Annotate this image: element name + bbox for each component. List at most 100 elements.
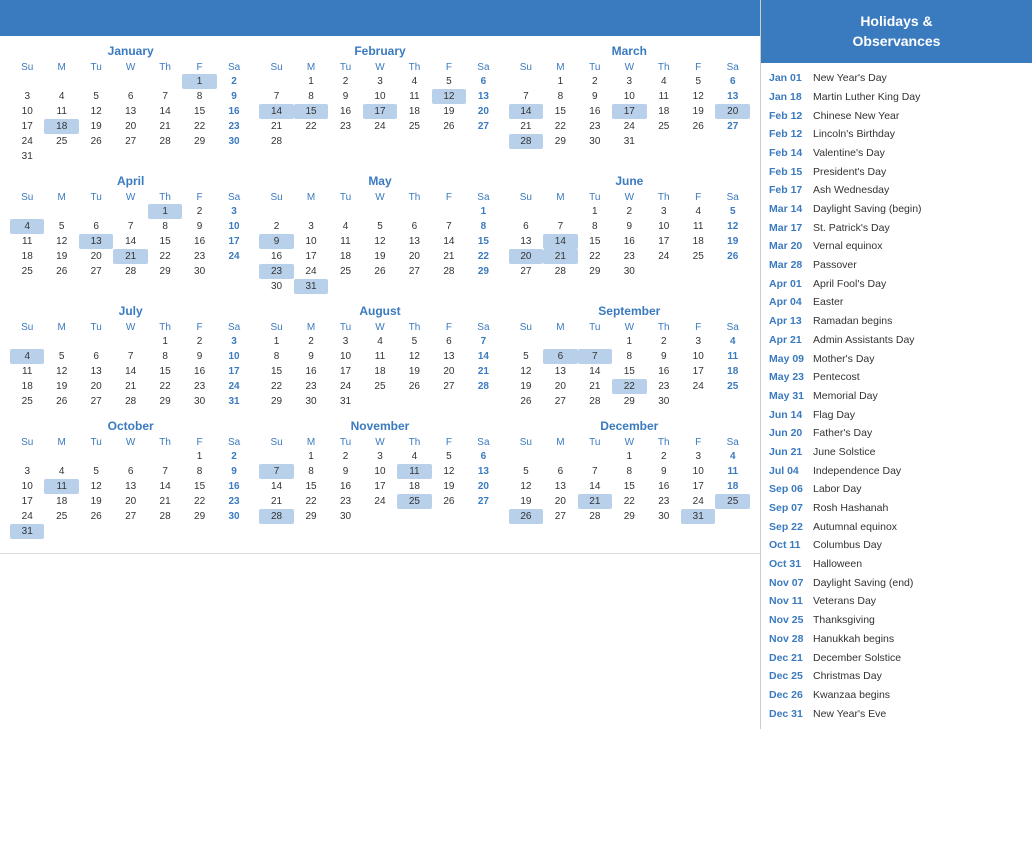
holiday-date: Dec 21	[769, 651, 813, 666]
holiday-name: Rosh Hashanah	[813, 501, 888, 516]
cal-day: 3	[363, 449, 397, 464]
cal-day: 29	[259, 394, 293, 409]
day-header: W	[113, 436, 147, 449]
cal-day: 26	[363, 264, 397, 279]
cal-day: 6	[79, 349, 113, 364]
cal-day: 17	[681, 364, 715, 379]
cal-day: 20	[466, 104, 501, 119]
holiday-name: Martin Luther King Day	[813, 90, 920, 105]
cal-day: 15	[182, 104, 216, 119]
cal-day: 14	[259, 479, 293, 494]
cal-day: 14	[543, 234, 577, 249]
day-header: W	[612, 191, 646, 204]
cal-table: SuMTuWThFSa12345678910111213141516171819…	[509, 61, 750, 149]
cal-day: 21	[148, 494, 182, 509]
cal-day: 31	[612, 134, 646, 149]
cal-day: 14	[466, 349, 501, 364]
cal-day: 26	[44, 264, 78, 279]
list-item: Nov 07Daylight Saving (end)	[769, 574, 1024, 593]
cal-day: 12	[44, 364, 78, 379]
cal-day	[363, 204, 397, 219]
cal-day: 20	[715, 104, 750, 119]
month-title: April	[10, 174, 251, 188]
holiday-date: Apr 21	[769, 333, 813, 348]
list-item: Apr 01April Fool's Day	[769, 275, 1024, 294]
cal-day: 9	[328, 89, 362, 104]
cal-day	[148, 449, 182, 464]
holiday-name: Chinese New Year	[813, 109, 899, 124]
cal-day: 22	[543, 119, 577, 134]
list-item: Sep 07Rosh Hashanah	[769, 499, 1024, 518]
cal-day: 28	[259, 134, 293, 149]
cal-day: 9	[647, 349, 681, 364]
cal-day: 9	[612, 219, 646, 234]
cal-day	[543, 204, 577, 219]
cal-day: 11	[10, 364, 44, 379]
cal-day: 13	[715, 89, 750, 104]
holiday-name: Vernal equinox	[813, 239, 882, 254]
cal-day: 18	[715, 479, 750, 494]
cal-day: 25	[715, 494, 750, 509]
cal-day: 24	[612, 119, 646, 134]
holiday-name: Lincoln's Birthday	[813, 127, 895, 142]
holiday-name: Easter	[813, 295, 843, 310]
cal-day: 29	[612, 509, 646, 524]
cal-day: 22	[259, 379, 293, 394]
cal-day: 6	[113, 89, 147, 104]
day-header: M	[44, 321, 78, 334]
cal-day	[44, 149, 78, 164]
holiday-name: Admin Assistants Day	[813, 333, 915, 348]
holiday-name: Ramadan begins	[813, 314, 892, 329]
cal-day: 22	[148, 379, 182, 394]
cal-day	[10, 334, 44, 349]
cal-day: 24	[217, 379, 252, 394]
day-header: M	[543, 321, 577, 334]
cal-day	[44, 524, 78, 539]
day-header: F	[182, 191, 216, 204]
day-header: Tu	[79, 436, 113, 449]
list-item: Nov 25Thanksgiving	[769, 611, 1024, 630]
cal-day: 10	[217, 219, 252, 234]
day-header: Su	[509, 436, 543, 449]
cal-day: 17	[363, 104, 397, 119]
holiday-date: May 23	[769, 370, 813, 385]
holiday-name: Kwanzaa begins	[813, 688, 890, 703]
cal-day: 12	[44, 234, 78, 249]
cal-day: 16	[217, 104, 252, 119]
cal-day: 4	[10, 219, 44, 234]
cal-table: SuMTuWThFSa12345678910111213141516171819…	[259, 436, 500, 524]
cal-day: 12	[79, 479, 113, 494]
cal-day	[79, 334, 113, 349]
month-title: September	[509, 304, 750, 318]
cal-day: 25	[44, 509, 78, 524]
cal-day: 12	[79, 104, 113, 119]
cal-day: 14	[148, 479, 182, 494]
holiday-date: Sep 22	[769, 520, 813, 535]
cal-day: 28	[578, 509, 612, 524]
cal-day: 2	[647, 449, 681, 464]
cal-day: 24	[363, 119, 397, 134]
cal-day: 6	[79, 219, 113, 234]
cal-day: 27	[113, 509, 147, 524]
list-item: Sep 06Labor Day	[769, 480, 1024, 499]
day-header: F	[432, 191, 466, 204]
cal-day	[466, 394, 501, 409]
cal-day: 27	[113, 134, 147, 149]
cal-day: 13	[113, 479, 147, 494]
cal-day: 23	[217, 494, 252, 509]
cal-day: 13	[466, 89, 501, 104]
cal-day: 13	[432, 349, 466, 364]
cal-day: 21	[466, 364, 501, 379]
cal-day: 17	[647, 234, 681, 249]
cal-day: 10	[647, 219, 681, 234]
cal-day: 26	[44, 394, 78, 409]
cal-day: 21	[578, 494, 612, 509]
day-header: Su	[10, 436, 44, 449]
day-header: Su	[259, 61, 293, 74]
cal-day: 10	[363, 464, 397, 479]
day-header: Sa	[217, 321, 252, 334]
cal-day: 26	[432, 494, 466, 509]
day-header: M	[543, 191, 577, 204]
cal-day	[44, 334, 78, 349]
cal-day: 1	[148, 204, 182, 219]
